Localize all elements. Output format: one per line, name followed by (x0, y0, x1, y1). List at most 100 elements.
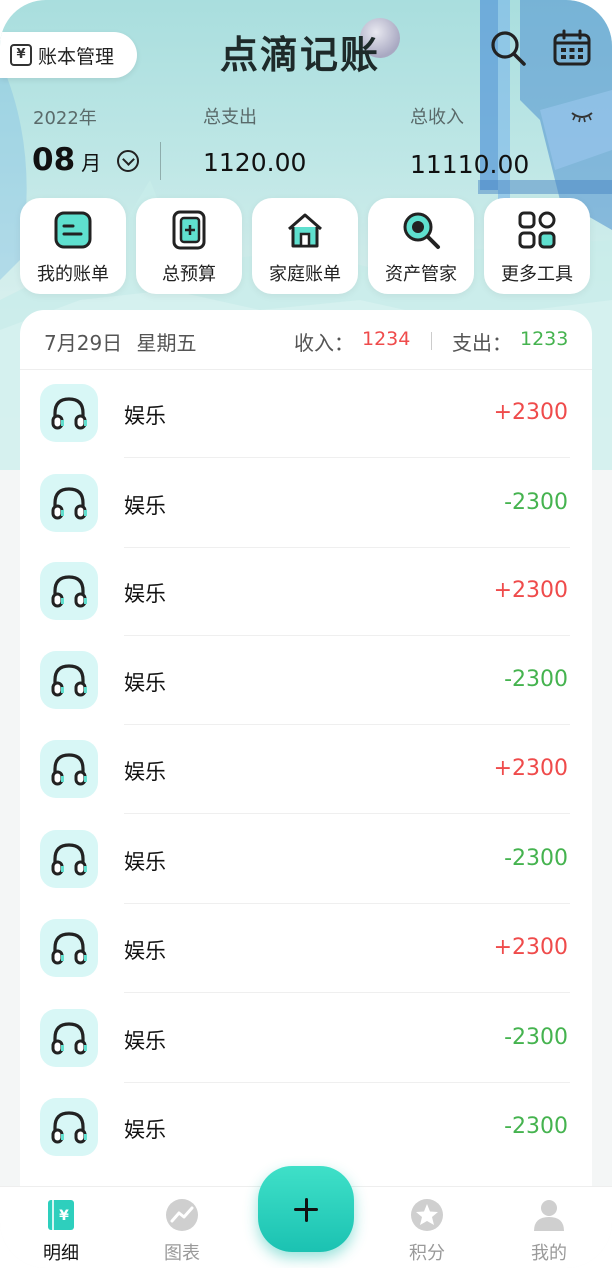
record-amount: +2300 (493, 578, 568, 603)
row-divider (124, 1082, 570, 1083)
record-amount: +2300 (493, 935, 568, 960)
category-badge (40, 740, 98, 798)
row-divider (124, 635, 570, 636)
add-record-button[interactable] (258, 1166, 354, 1252)
category-badge (40, 474, 98, 532)
category-badge (40, 384, 98, 442)
headphones-icon (51, 664, 87, 697)
list-item[interactable]: 娱乐 +2300 (20, 370, 592, 458)
day-summary-header: 7月29日 星期五 收入： 1234 支出： 1233 (20, 310, 592, 370)
headphones-icon (51, 843, 87, 876)
asset-search-icon (403, 212, 440, 249)
day-expense-value: 1233 (520, 328, 569, 350)
tool-more-tools[interactable]: 更多工具 (484, 198, 590, 294)
list-item[interactable]: 娱乐 -2300 (20, 637, 592, 725)
tab-label: 图表 (164, 1243, 200, 1264)
headphones-icon (51, 753, 87, 786)
category-badge (40, 1098, 98, 1156)
tool-label: 家庭账单 (269, 264, 341, 285)
record-amount: -2300 (504, 846, 568, 871)
category-badge (40, 830, 98, 888)
headphones-icon (51, 1022, 87, 1055)
record-category: 娱乐 (124, 1118, 166, 1142)
day-income-value: 1234 (362, 328, 411, 350)
date-text: 7月29日 (44, 331, 123, 355)
list-item[interactable]: 娱乐 +2300 (20, 905, 592, 993)
row-divider (124, 813, 570, 814)
chevron-down-icon (117, 150, 140, 172)
tab-details[interactable]: ¥ 明细 (16, 1187, 106, 1268)
records-card: 7月29日 星期五 收入： 1234 支出： 1233 娱乐 +2300 娱乐 -23… (20, 310, 592, 1210)
tool-label: 更多工具 (501, 264, 573, 285)
category-badge (40, 651, 98, 709)
ledger-book-icon: ¥ (48, 1200, 74, 1230)
summary-divider (160, 142, 161, 180)
month-number: 08 (32, 142, 76, 178)
record-amount: -2300 (504, 667, 568, 692)
headphones-icon (51, 397, 87, 430)
headphones-icon (51, 575, 87, 608)
star-badge-icon (411, 1199, 443, 1231)
tab-points[interactable]: 积分 (382, 1187, 472, 1268)
day-date: 7月29日 星期五 (44, 327, 197, 356)
headphones-icon (51, 487, 87, 520)
year-label: 2022年 (33, 108, 97, 129)
tab-charts[interactable]: 图表 (137, 1187, 227, 1268)
record-category: 娱乐 (124, 1029, 166, 1053)
record-category: 娱乐 (124, 404, 166, 428)
tool-label: 我的账单 (37, 264, 109, 285)
weekday-text: 星期五 (136, 331, 197, 355)
record-amount: +2300 (493, 756, 568, 781)
record-category: 娱乐 (124, 671, 166, 695)
record-category: 娱乐 (124, 939, 166, 963)
list-item[interactable]: 娱乐 -2300 (20, 460, 592, 548)
list-item[interactable]: 娱乐 -2300 (20, 816, 592, 904)
tab-label: 积分 (409, 1243, 445, 1264)
tool-my-bills[interactable]: 我的账单 (20, 198, 126, 294)
row-divider (124, 457, 570, 458)
headphones-icon (51, 932, 87, 965)
list-item[interactable]: 娱乐 -2300 (20, 1084, 592, 1172)
row-divider (124, 724, 570, 725)
app-title: 点滴记账 (219, 32, 380, 77)
total-income-value: 11110.00 (410, 150, 530, 179)
row-divider (124, 992, 570, 993)
month-unit: 月 (81, 151, 102, 175)
yen-icon: ¥ (10, 44, 32, 66)
svg-text:¥: ¥ (59, 1208, 69, 1224)
tool-family-bills[interactable]: 家庭账单 (252, 198, 358, 294)
total-expense-label: 总支出 (203, 107, 257, 128)
eye-closed-icon[interactable] (570, 110, 594, 124)
month-selector[interactable]: 08 月 (32, 142, 140, 178)
day-income-label: 收入： (294, 331, 354, 355)
category-badge (40, 562, 98, 620)
grid-icon (518, 211, 556, 249)
tool-label: 资产管家 (385, 264, 457, 285)
search-icon[interactable] (488, 28, 528, 68)
headphones-icon (51, 1111, 87, 1144)
calendar-icon[interactable] (552, 28, 592, 68)
record-amount: -2300 (504, 490, 568, 515)
total-income-label: 总收入 (410, 107, 464, 128)
tool-total-budget[interactable]: 总预算 (136, 198, 242, 294)
ledger-manage-button[interactable]: ¥ 账本管理 (0, 32, 137, 78)
list-item[interactable]: 娱乐 +2300 (20, 548, 592, 636)
tab-mine[interactable]: 我的 (504, 1187, 594, 1268)
user-icon (534, 1200, 564, 1231)
category-badge (40, 919, 98, 977)
day-expense-label: 支出： (452, 331, 512, 355)
list-item[interactable]: 娱乐 +2300 (20, 726, 592, 814)
row-divider (124, 903, 570, 904)
tool-shortcuts: 我的账单 总预算 家庭账单 资产管家 更多工具 (20, 198, 592, 294)
day-divider (431, 332, 432, 350)
category-badge (40, 1009, 98, 1067)
record-amount: +2300 (493, 400, 568, 425)
bill-icon (54, 211, 92, 249)
home-icon (288, 213, 322, 248)
record-category: 娱乐 (124, 850, 166, 874)
record-category: 娱乐 (124, 760, 166, 784)
tool-asset-manager[interactable]: 资产管家 (368, 198, 474, 294)
app-screen: ¥ 账本管理 点滴记账 2022年 总支出 总收入 08 月 1120.00 1… (0, 0, 612, 1268)
list-item[interactable]: 娱乐 -2300 (20, 995, 592, 1083)
chart-icon (166, 1199, 198, 1231)
